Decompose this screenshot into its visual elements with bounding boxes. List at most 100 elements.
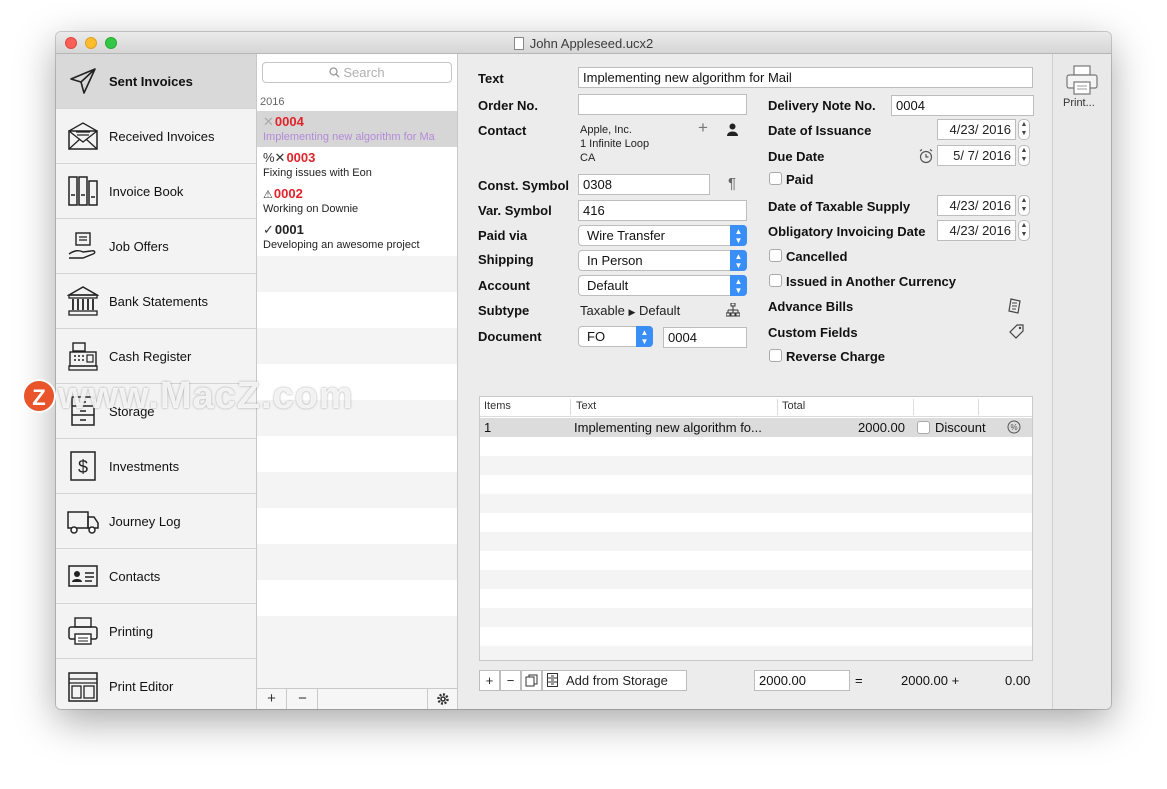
obligatory-date-field[interactable]: 4/23/ 2016 [937,220,1016,241]
account-label: Account [478,278,530,293]
sidebar-item-contacts[interactable]: Contacts [56,549,256,604]
sidebar-item-received-invoices[interactable]: Received Invoices [56,109,256,164]
delivery-note-field[interactable]: 0004 [891,95,1034,116]
sidebar-item-storage[interactable]: Storage [56,384,256,439]
const-symbol-field[interactable]: 0308 [578,174,710,195]
column-header-items[interactable]: Items [484,400,511,412]
search-input[interactable]: Search [262,62,452,83]
var-symbol-field[interactable]: 416 [578,200,747,221]
printer-icon [66,614,100,648]
add-from-storage-button[interactable]: Add from Storage [542,670,687,691]
document-number-field[interactable]: 0004 [663,327,747,348]
due-date-stepper[interactable]: ▲ ▼ [1018,145,1030,166]
paid-checkbox[interactable] [769,172,782,185]
contact-address[interactable]: Apple, Inc. 1 Infinite Loop CA [580,123,649,165]
taxable-supply-date-field[interactable]: 4/23/ 2016 [937,195,1016,216]
remove-invoice-button[interactable]: − [288,689,318,709]
subtype-label: Subtype [478,303,530,318]
reverse-charge-checkbox[interactable] [769,349,782,362]
obligatory-date-label: Obligatory Invoicing Date [768,224,926,239]
table-stripe [480,570,1032,589]
table-header: Items Text Total [480,397,1032,417]
add-contact-icon[interactable]: + [698,118,708,138]
layout-icon [66,670,100,704]
sidebar-item-print-editor[interactable]: Print Editor [56,659,256,709]
remove-item-button[interactable]: − [500,670,521,691]
printer-icon[interactable] [1065,64,1099,99]
vat-total: 0.00 [1005,673,1031,688]
issuance-date-stepper[interactable]: ▲ ▼ [1018,119,1030,140]
text-field[interactable]: Implementing new algorithm for Mail [578,67,1033,88]
list-stripe [257,652,457,688]
reverse-charge-label: Reverse Charge [786,349,885,364]
discount-checkbox[interactable] [917,421,930,434]
sidebar-item-investments[interactable]: $ Investments [56,439,256,494]
add-item-button[interactable]: + [479,670,500,691]
items-table: Items Text Total 1 Implementing new algo… [479,396,1033,661]
due-date-field[interactable]: 5/ 7/ 2016 [937,145,1016,166]
paragraph-icon[interactable]: ¶ [728,175,736,192]
sidebar-item-sent-invoices[interactable]: Sent Invoices [56,54,256,109]
invoice-row[interactable]: ✕0004 Implementing new algorithm for Ma [257,111,457,147]
list-stripe [257,256,457,292]
add-invoice-button[interactable]: + [257,689,287,709]
sidebar-item-journey-log[interactable]: Journey Log [56,494,256,549]
invoice-row[interactable]: ✓0001 Developing an awesome project [257,219,457,255]
svg-text:%: % [1010,423,1017,432]
invoice-row[interactable]: ⚠0002 Working on Downie [257,183,457,219]
paper-plane-icon [66,64,100,98]
sidebar-item-cash-register[interactable]: Cash Register [56,329,256,384]
column-header-text[interactable]: Text [576,400,596,412]
subtype-path[interactable]: Taxable ▶ Default [580,303,680,318]
column-header-total[interactable]: Total [782,400,805,412]
cancelled-checkbox[interactable] [769,249,782,262]
sidebar-item-bank-statements[interactable]: Bank Statements [56,274,256,329]
var-symbol-label: Var. Symbol [478,203,552,218]
paid-label: Paid [786,172,814,187]
tag-icon[interactable] [1008,323,1024,342]
invoice-row[interactable]: %✕0003 Fixing issues with Eon [257,147,457,183]
sidebar-item-invoice-book[interactable]: Invoice Book [56,164,256,219]
another-currency-label: Issued in Another Currency [786,274,956,289]
document-label: Document [478,329,542,344]
watermark-logo: Z [22,379,56,413]
person-icon[interactable] [726,123,739,139]
select-arrows-icon: ▲ ▼ [730,250,747,271]
order-field[interactable] [578,94,747,115]
gear-icon[interactable] [427,689,457,709]
storage-cabinet-icon [547,673,558,692]
account-select[interactable]: Default ▲ ▼ [578,275,747,296]
table-stripe [480,608,1032,627]
paid-via-select[interactable]: Wire Transfer ▲ ▼ [578,225,747,246]
sidebar-item-job-offers[interactable]: Job Offers [56,219,256,274]
delivery-note-label: Delivery Note No. [768,98,876,113]
receipt-icon[interactable] [1008,298,1022,317]
sidebar-item-printing[interactable]: Printing [56,604,256,659]
taxable-supply-stepper[interactable]: ▲ ▼ [1018,195,1030,216]
obligatory-date-stepper[interactable]: ▲ ▼ [1018,220,1030,241]
document-icon [513,37,524,50]
issuance-date-field[interactable]: 4/23/ 2016 [937,119,1016,140]
subtotal-field[interactable]: 2000.00 [754,670,850,691]
hierarchy-icon[interactable] [725,302,741,320]
another-currency-checkbox[interactable] [769,274,782,287]
sidebar: Sent Invoices Received Invoices Invoice … [56,54,257,709]
discount-label: Discount [935,420,986,435]
hand-offer-icon [66,229,100,263]
duplicate-icon[interactable] [521,670,542,691]
invoice-list: Search 2016 ✕0004 Implementing new algor… [257,54,458,709]
shipping-select[interactable]: In Person ▲ ▼ [578,250,747,271]
list-stripe [257,400,457,436]
list-footer: + − [257,688,457,709]
percent-icon[interactable]: % [1007,420,1021,437]
document-type-select[interactable]: FO ▲ ▼ [578,326,653,347]
alarm-clock-icon[interactable] [918,148,934,167]
select-arrows-icon: ▲ ▼ [730,225,747,246]
cash-register-icon [66,339,100,373]
dollar-icon: $ [66,449,100,483]
shipping-label: Shipping [478,252,534,267]
issuance-label: Date of Issuance [768,123,872,138]
print-button-label[interactable]: Print... [1063,97,1095,109]
table-row[interactable]: 1 Implementing new algorithm fo... 2000.… [480,418,1032,437]
sum-total: 2000.00 + [901,673,960,688]
